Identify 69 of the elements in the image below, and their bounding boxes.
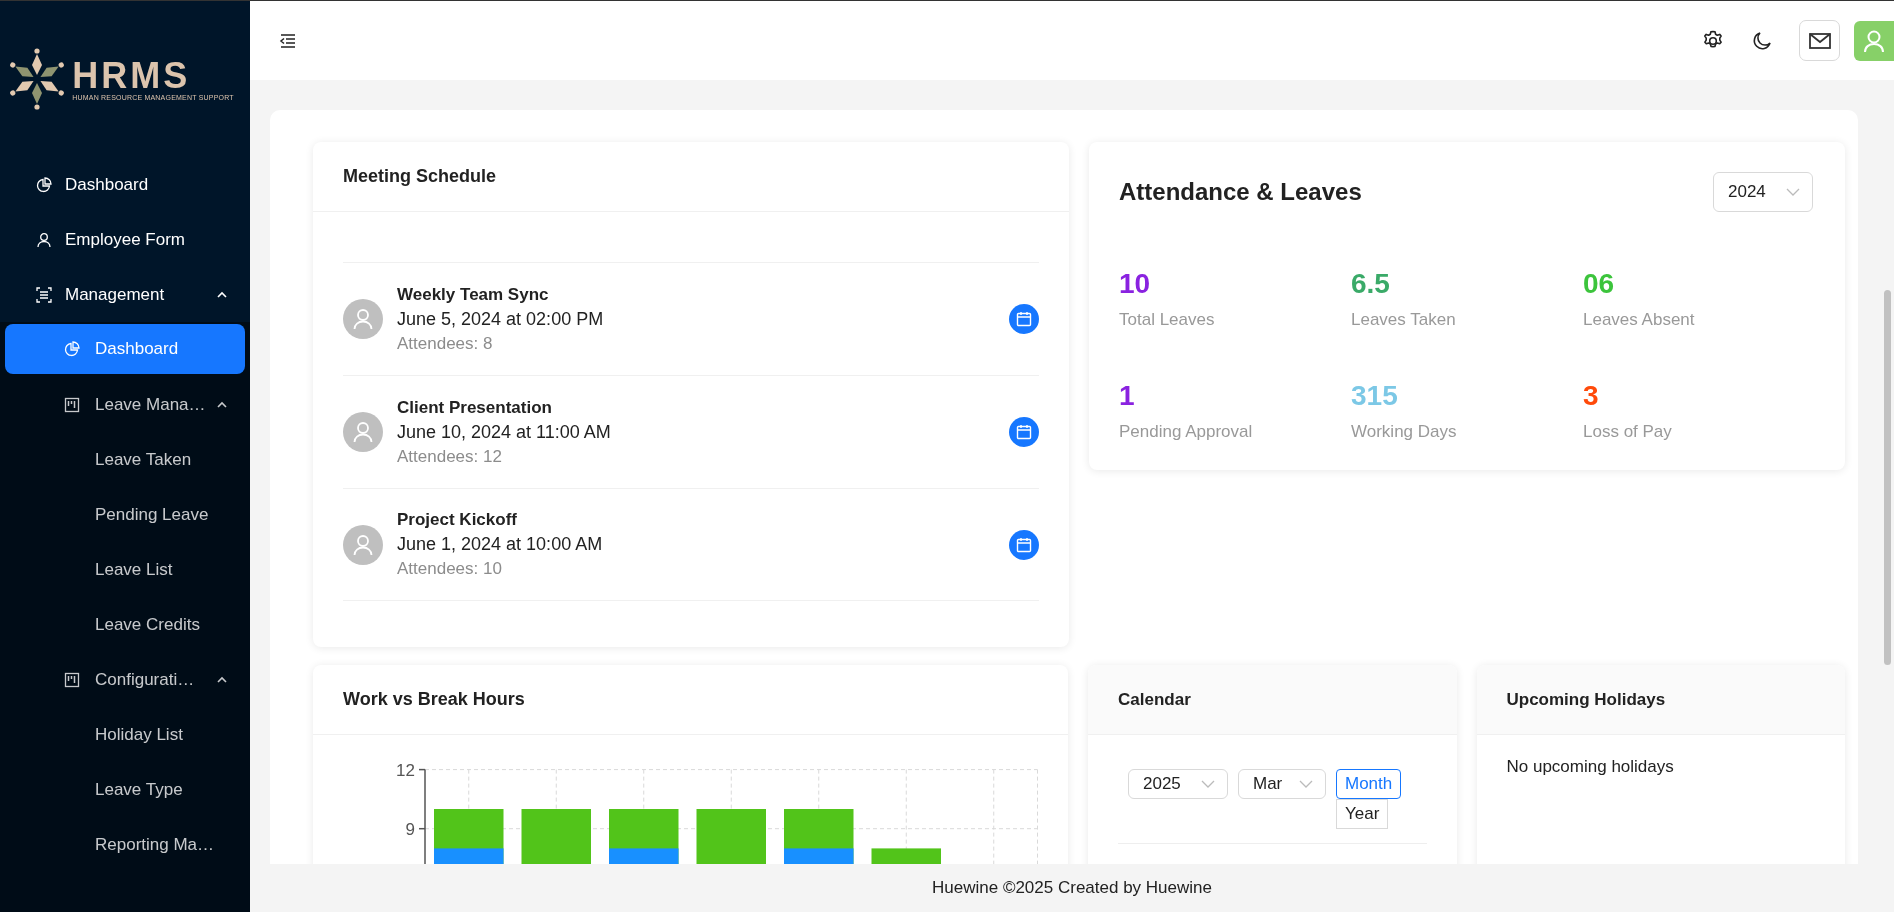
view-mode-toggle[interactable]: Month: [1336, 769, 1402, 799]
scrollbar[interactable]: [1884, 290, 1891, 665]
logo-wordmark: HRMS: [72, 57, 191, 94]
stat-label: Total Leaves: [1119, 310, 1216, 330]
scan-icon: [36, 286, 52, 303]
meeting-title: Client Presentation: [397, 397, 553, 418]
sidebar-item[interactable]: Reporting Ma…: [0, 817, 250, 872]
sidebar-group[interactable]: Management: [0, 267, 250, 322]
view-mode-toggle[interactable]: Year: [1336, 799, 1389, 829]
pie-chart-icon: [36, 176, 52, 193]
stat-value: 1: [1119, 382, 1136, 410]
user-icon: [36, 231, 52, 248]
meeting-attendees: Attendees: 12: [397, 446, 503, 467]
board-icon: [64, 396, 80, 413]
chevron-down-icon: [1299, 779, 1313, 789]
meeting-time: June 5, 2024 at 02:00 PM: [397, 308, 605, 330]
sidebar-group[interactable]: Leave Mana…: [0, 377, 250, 432]
stat-value: 10: [1119, 270, 1152, 298]
sidebar-item[interactable]: Leave Taken: [0, 432, 250, 487]
stat-label: Leaves Absent: [1583, 310, 1696, 330]
card-title: Upcoming Holidays: [1506, 689, 1666, 710]
mail-button[interactable]: [1799, 20, 1840, 61]
meeting-time: June 10, 2024 at 11:00 AM: [397, 421, 612, 443]
year-select[interactable]: 2025: [1128, 769, 1228, 799]
calendar-icon[interactable]: [1009, 304, 1039, 334]
calendar-icon[interactable]: [1009, 529, 1039, 560]
sidebar-group[interactable]: Configurati…: [0, 652, 250, 707]
sidebar-item[interactable]: Employee Form: [0, 212, 250, 267]
year-select[interactable]: 2024: [1713, 172, 1813, 212]
stat-value: 315: [1351, 382, 1399, 410]
user-icon: [1863, 28, 1885, 53]
footer-text: Huewine ©2025 Created by Huewine: [932, 878, 1212, 898]
axis-tick-label: 12: [396, 760, 415, 780]
stat-label: Leaves Taken: [1351, 310, 1457, 330]
meeting-title: Weekly Team Sync: [397, 284, 550, 305]
sidebar-item[interactable]: Pending Leave: [0, 487, 250, 542]
sidebar-item[interactable]: Leave List: [0, 542, 250, 597]
moon-icon[interactable]: [1751, 29, 1773, 52]
avatar-icon: [343, 412, 383, 452]
stat-value: 3: [1583, 382, 1600, 410]
stat-label: Pending Approval: [1119, 422, 1254, 442]
avatar-icon: [343, 524, 383, 565]
meeting-attendees: Attendees: 8: [397, 333, 494, 354]
sidebar-item[interactable]: Dashboard: [0, 157, 250, 212]
stat-label: Loss of Pay: [1583, 422, 1673, 442]
empty-message: No upcoming holidays: [1505, 756, 1675, 778]
card-title: Attendance & Leaves: [1119, 178, 1362, 206]
calendar-icon[interactable]: [1009, 417, 1039, 447]
axis-tick-label: 9: [405, 819, 415, 839]
card-title: Calendar: [1118, 689, 1191, 710]
card-title: Meeting Schedule: [343, 166, 497, 187]
sidebar-item[interactable]: Dashboard: [5, 324, 245, 374]
avatar-icon: [343, 299, 383, 339]
board-icon: [64, 671, 80, 688]
meeting-title: Project Kickoff: [397, 510, 518, 530]
chevron-down-icon: [1201, 779, 1215, 789]
sidebar-item[interactable]: Holiday List: [0, 707, 250, 762]
stat-value: 06: [1583, 270, 1616, 298]
chevron-down-icon: [1786, 187, 1800, 197]
month-select[interactable]: Mar: [1238, 769, 1326, 799]
sidebar-item[interactable]: Leave Credits: [0, 597, 250, 652]
card-title: Work vs Break Hours: [343, 689, 525, 710]
stat-label: Working Days: [1351, 422, 1458, 442]
pie-chart-icon: [64, 341, 80, 357]
sidebar-item[interactable]: Leave Type: [0, 762, 250, 817]
envelope-icon: [1808, 31, 1831, 50]
stat-value: 6.5: [1351, 270, 1391, 298]
meeting-attendees: Attendees: 10: [397, 559, 503, 579]
meeting-time: June 1, 2024 at 10:00 AM: [397, 534, 604, 555]
